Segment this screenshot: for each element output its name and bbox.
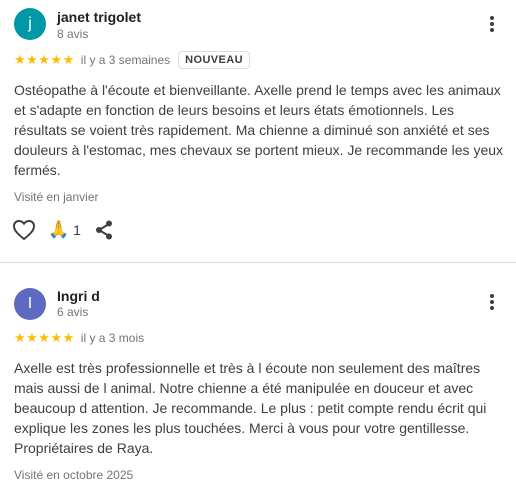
more-options-button[interactable] bbox=[482, 290, 502, 314]
visited-date: Visité en octobre 2025 bbox=[14, 468, 134, 482]
star-rating: ★★★★★ bbox=[14, 52, 75, 67]
review-text: Ostéopathe à l'écoute et bienveillante. … bbox=[14, 82, 504, 178]
like-button[interactable] bbox=[12, 219, 36, 241]
share-button[interactable] bbox=[95, 220, 113, 240]
share-icon bbox=[95, 220, 112, 240]
rating-row: ★★★★★ il y a 3 semaines NOUVEAU bbox=[14, 50, 250, 70]
avatar[interactable]: j bbox=[14, 8, 46, 40]
reaction-button[interactable]: 🙏 1 bbox=[48, 220, 81, 240]
visited-date: Visité en janvier bbox=[14, 190, 99, 204]
new-badge: NOUVEAU bbox=[178, 51, 250, 69]
review-time: il y a 3 mois bbox=[80, 331, 145, 345]
reviewer-review-count: 6 avis bbox=[57, 305, 89, 319]
reviewer-review-count: 8 avis bbox=[57, 27, 89, 41]
star-rating: ★★★★★ bbox=[14, 330, 75, 345]
review-actions: 🙏 1 bbox=[12, 219, 113, 241]
rating-row: ★★★★★ il y a 3 mois bbox=[14, 328, 144, 348]
reviewer-name[interactable]: janet trigolet bbox=[57, 9, 141, 25]
review-text: Axelle est très professionnelle et très … bbox=[14, 360, 487, 456]
more-vert-icon bbox=[490, 16, 494, 32]
reaction-count: 1 bbox=[73, 222, 81, 238]
praying-hands-icon: 🙏 bbox=[48, 220, 70, 239]
more-options-button[interactable] bbox=[482, 12, 502, 36]
reviewer-name[interactable]: Ingri d bbox=[57, 288, 100, 304]
divider bbox=[0, 262, 516, 263]
more-vert-icon bbox=[490, 294, 494, 310]
avatar[interactable]: I bbox=[14, 288, 46, 320]
heart-icon bbox=[13, 220, 35, 240]
review-time: il y a 3 semaines bbox=[80, 53, 171, 67]
